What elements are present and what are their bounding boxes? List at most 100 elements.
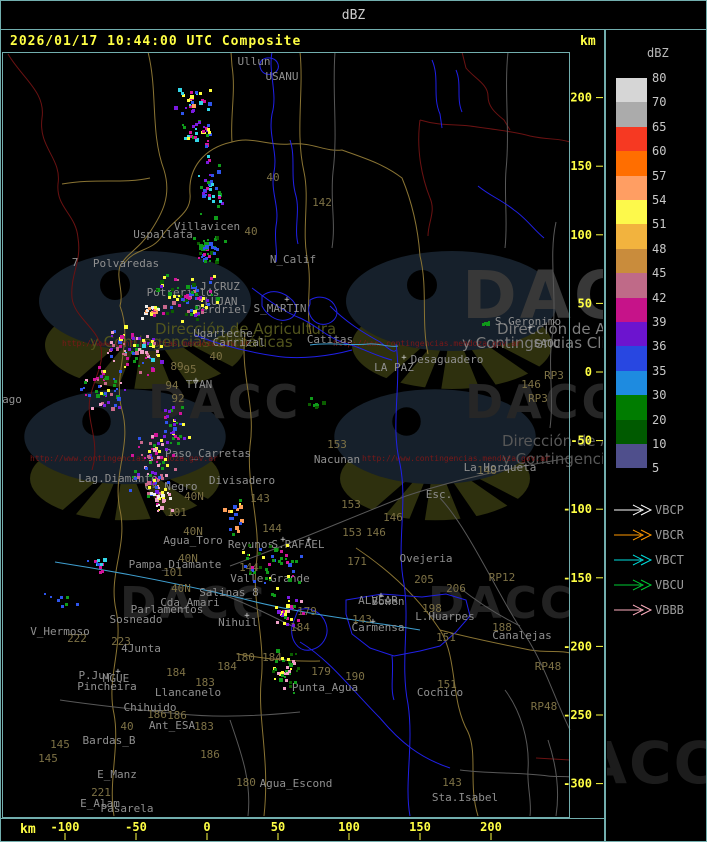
echo-pixel bbox=[207, 140, 209, 142]
radar-map[interactable]: DACCDACC DACCDACC DACCDirección de Agricul… bbox=[0, 0, 707, 842]
place-label: USANU bbox=[265, 70, 298, 83]
echo-pixel bbox=[239, 503, 241, 505]
echo-pixel bbox=[113, 384, 116, 387]
x-tick-label: 50 bbox=[271, 820, 285, 834]
echo-pixel bbox=[124, 353, 127, 356]
echo-pixel bbox=[160, 280, 164, 284]
echo-pixel bbox=[177, 279, 179, 281]
y-tick-label: -200 bbox=[563, 639, 592, 653]
echo-pixel bbox=[287, 575, 290, 578]
echo-pixel bbox=[96, 562, 98, 564]
echo-pixel bbox=[151, 457, 153, 459]
echo-pixel bbox=[203, 240, 205, 242]
echo-pixel bbox=[218, 196, 221, 199]
echo-pixel bbox=[187, 99, 190, 102]
echo-pixel bbox=[190, 309, 193, 312]
dbz-scale-label: 10 bbox=[652, 437, 667, 451]
echo-pixel bbox=[76, 603, 79, 606]
echo-pixel bbox=[181, 320, 184, 323]
echo-pixel bbox=[291, 560, 294, 563]
place-label: Punta_Agua bbox=[292, 681, 358, 694]
echo-pixel bbox=[155, 477, 157, 479]
echo-pixel bbox=[300, 600, 303, 603]
echo-pixel bbox=[174, 468, 177, 471]
echo-pixel bbox=[93, 378, 96, 381]
place-label: Divisadero bbox=[209, 474, 275, 487]
echo-pixel bbox=[171, 509, 174, 512]
echo-pixel bbox=[147, 495, 150, 498]
echo-pixel bbox=[132, 352, 135, 355]
station-cross: + bbox=[115, 667, 121, 677]
echo-pixel bbox=[191, 110, 194, 113]
echo-pixel bbox=[288, 578, 292, 582]
echo-pixel bbox=[148, 456, 151, 459]
x-axis: -100 -50 0 50 100 150 200 bbox=[51, 820, 502, 840]
echo-pixel bbox=[195, 132, 198, 135]
echo-pixel bbox=[204, 260, 207, 263]
echo-pixel bbox=[164, 409, 167, 412]
echo-pixel bbox=[116, 388, 118, 390]
radar-composite-app: dBZ 2026/01/17 10:44:00 UTC Composite km… bbox=[0, 0, 707, 842]
route-label: 40N bbox=[171, 582, 191, 595]
echo-pixel bbox=[161, 467, 164, 470]
geo-path bbox=[61, 177, 151, 185]
echo-pixel bbox=[178, 88, 182, 92]
route-label: 206 bbox=[446, 582, 466, 595]
place-label: L.Huarpes bbox=[415, 610, 475, 623]
echo-pixel bbox=[44, 593, 46, 595]
echo-pixel bbox=[163, 435, 166, 438]
echo-pixel bbox=[155, 486, 158, 489]
route-label: 171 bbox=[347, 555, 367, 568]
dbz-swatch bbox=[616, 151, 647, 176]
echo-pixel bbox=[208, 194, 211, 197]
echo-pixel bbox=[156, 461, 158, 463]
echo-pixel bbox=[151, 306, 154, 309]
place-label: Catitas bbox=[307, 333, 353, 346]
echo-pixel bbox=[151, 471, 154, 474]
echo-pixel bbox=[199, 92, 202, 95]
echo-pixel bbox=[97, 379, 99, 381]
echo-pixel bbox=[207, 181, 210, 184]
echo-pixel bbox=[276, 587, 279, 590]
echo-pixel bbox=[197, 297, 200, 300]
echo-pixel bbox=[209, 281, 212, 284]
echo-pixel bbox=[292, 660, 295, 663]
dbz-scale-label: 60 bbox=[652, 144, 667, 159]
echo-pixel bbox=[289, 685, 292, 688]
echo-pixel bbox=[286, 672, 289, 675]
vector-label-vbcr: VBCR bbox=[655, 528, 684, 542]
dbz-swatch bbox=[616, 322, 647, 347]
route-label: 92 bbox=[171, 392, 184, 405]
echo-pixel bbox=[144, 457, 146, 459]
echo-pixel bbox=[286, 666, 289, 669]
echo-pixel bbox=[295, 653, 297, 655]
dbz-swatch bbox=[616, 419, 647, 444]
dbz-scale-label: 80 bbox=[652, 71, 667, 85]
echo-pixel bbox=[188, 297, 191, 300]
dbz-swatch bbox=[616, 370, 647, 396]
echo-pixel bbox=[191, 278, 194, 281]
echo-pixel bbox=[185, 299, 188, 302]
echo-pixel bbox=[217, 170, 221, 174]
echo-pixel bbox=[124, 325, 128, 329]
dbz-swatch bbox=[616, 346, 647, 371]
echo-pixel bbox=[232, 533, 235, 536]
echo-pixel bbox=[280, 550, 283, 553]
echo-pixel bbox=[153, 479, 156, 482]
place-label: LA PAZ bbox=[374, 361, 414, 374]
route-label: 143 bbox=[442, 776, 462, 789]
echo-pixel bbox=[97, 559, 100, 562]
echo-pixel bbox=[103, 404, 106, 407]
place-label: V_Hermoso bbox=[30, 625, 90, 638]
dbz-swatch bbox=[616, 78, 647, 103]
echo-pixel bbox=[157, 464, 160, 467]
echo-pixel bbox=[208, 197, 211, 200]
echo-pixel bbox=[119, 345, 122, 348]
echo-pixel bbox=[137, 473, 140, 476]
echo-pixel bbox=[141, 317, 144, 320]
echo-pixel bbox=[281, 674, 284, 677]
route-label: 153 bbox=[342, 526, 362, 539]
echo-pixel bbox=[191, 101, 194, 104]
place-label: Bardas_B bbox=[83, 734, 136, 747]
echo-pixel bbox=[135, 348, 138, 351]
